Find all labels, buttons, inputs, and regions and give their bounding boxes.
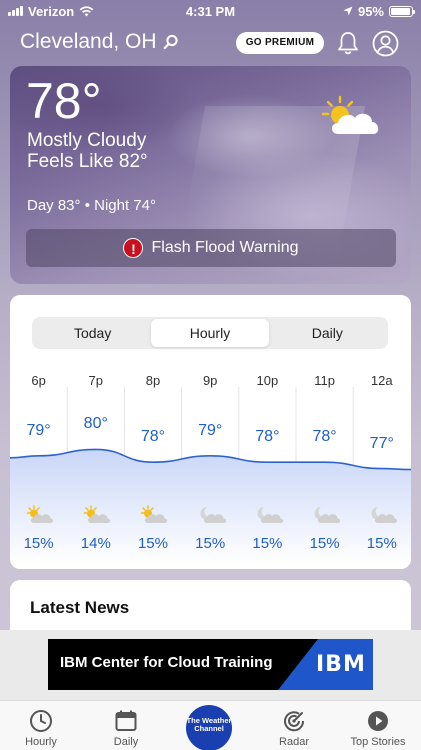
hour-precipitation: 15% [195,535,226,552]
tab-hourly[interactable]: Hourly [151,319,269,347]
ibm-logo: IBM [316,652,366,677]
ad-container: IBM Center for Cloud Training IBM [0,630,421,700]
hour-temperature: 79° [26,421,51,439]
forecast-segmented-control: Today Hourly Daily [32,317,388,349]
hourly-column[interactable]: 8p 78° 15% [124,367,181,563]
hour-label: 10p [256,373,279,388]
tab-bar-hourly-label: Hourly [25,736,57,748]
tab-bar-hourly[interactable]: Hourly [6,709,76,748]
partly-cloudy-icon [322,95,379,134]
battery-icon [389,5,415,17]
hourly-column[interactable]: 11p 78° 15% [296,367,353,563]
battery-group: 95% [343,3,415,19]
hour-temperature: 77° [369,434,394,452]
ad-banner[interactable]: IBM Center for Cloud Training IBM [48,639,373,690]
location-name: Cleveland, OH [20,30,157,53]
calendar-icon [115,710,137,731]
status-bar: Verizon 4:31 PM 95% [0,0,421,22]
battery-percent: 95% [357,3,384,19]
hour-label: 12a [370,373,393,388]
location-selector[interactable]: Cleveland, OH [20,30,179,54]
hourly-forecast-strip[interactable]: 6p 79° 15% 7p 80° 14% 8p 78° 15% 9p 79° 15% 10p 78° 15… [10,367,411,563]
cloudy-night-icon [200,507,226,523]
partly-cloudy-icon [26,505,54,523]
hour-label: 7p [88,373,104,388]
radar-icon [284,711,305,732]
hour-label: 11p [314,373,335,388]
latest-news-card[interactable]: Latest News [10,580,411,630]
hour-precipitation: 14% [80,535,111,552]
clock-icon [30,710,52,732]
warning-icon: ! [123,238,144,258]
hour-temperature: 79° [198,421,223,439]
play-icon [368,711,388,731]
hourly-column[interactable]: 10p 78° 15% [239,367,296,563]
hourly-column[interactable]: 7p 80° 14% [67,367,124,563]
hour-temperature: 78° [312,428,337,446]
tab-today[interactable]: Today [34,319,151,347]
partly-cloudy-icon [83,505,111,523]
app-header: Cleveland, OH GO PREMIUM [0,28,421,60]
bell-icon[interactable] [336,30,360,56]
cloudy-night-icon [314,507,340,523]
weather-channel-logo[interactable]: The Weather Channel [186,705,232,750]
hour-temperature: 78° [140,428,166,446]
hour-temperature: 78° [255,428,280,446]
news-heading: Latest News [30,598,130,617]
ad-text: IBM Center for Cloud Training [60,654,273,671]
hour-precipitation: 15% [366,535,397,552]
hour-precipitation: 15% [252,535,283,552]
hourly-column[interactable]: 6p 79° 15% [10,367,67,563]
day-night-temps: Day 83° • Night 74° [27,197,156,214]
feels-like: Feels Like 82° [27,151,148,172]
current-condition: Mostly Cloudy [27,130,147,151]
tab-bar-radar[interactable]: Radar [259,709,329,748]
tab-bar-daily[interactable]: Daily [91,709,161,748]
hour-precipitation: 15% [23,535,54,552]
hour-precipitation: 15% [137,535,168,552]
bottom-tab-bar: Hourly Daily The Weather Channel Radar T… [0,700,421,750]
tab-bar-top-stories-label: Top Stories [350,736,406,748]
go-premium-button[interactable]: GO PREMIUM [236,32,324,54]
search-icon [163,34,178,50]
hour-label: 8p [145,373,161,388]
partly-cloudy-icon [141,505,168,523]
tab-bar-daily-label: Daily [113,736,139,748]
forecast-card: Today Hourly Daily 6p 79° 15% 7p 80° 14% 8p 78°… [10,295,411,569]
tab-bar-top-stories[interactable]: Top Stories [343,709,413,748]
cloudy-night-icon [257,507,283,523]
location-arrow-icon [343,6,353,16]
profile-icon[interactable] [372,30,399,57]
hour-precipitation: 15% [309,535,340,552]
tab-bar-radar-label: Radar [279,736,309,748]
current-conditions-card[interactable]: 78° Mostly Cloudy Feels Like 82° Day 83°… [10,66,411,284]
flash-flood-alert[interactable]: ! Flash Flood Warning [26,229,396,267]
current-temperature: 78° [26,73,102,129]
alert-label: Flash Flood Warning [151,239,299,256]
cloudy-night-icon [371,507,398,523]
hour-temperature: 80° [83,415,108,433]
hour-label: 9p [202,373,218,388]
hourly-column[interactable]: 9p 79° 15% [182,367,239,563]
hourly-column[interactable]: 12a 77° 15% [353,367,410,563]
battery-fill [391,7,410,15]
tab-daily[interactable]: Daily [269,319,386,347]
hour-label: 6p [31,373,46,388]
